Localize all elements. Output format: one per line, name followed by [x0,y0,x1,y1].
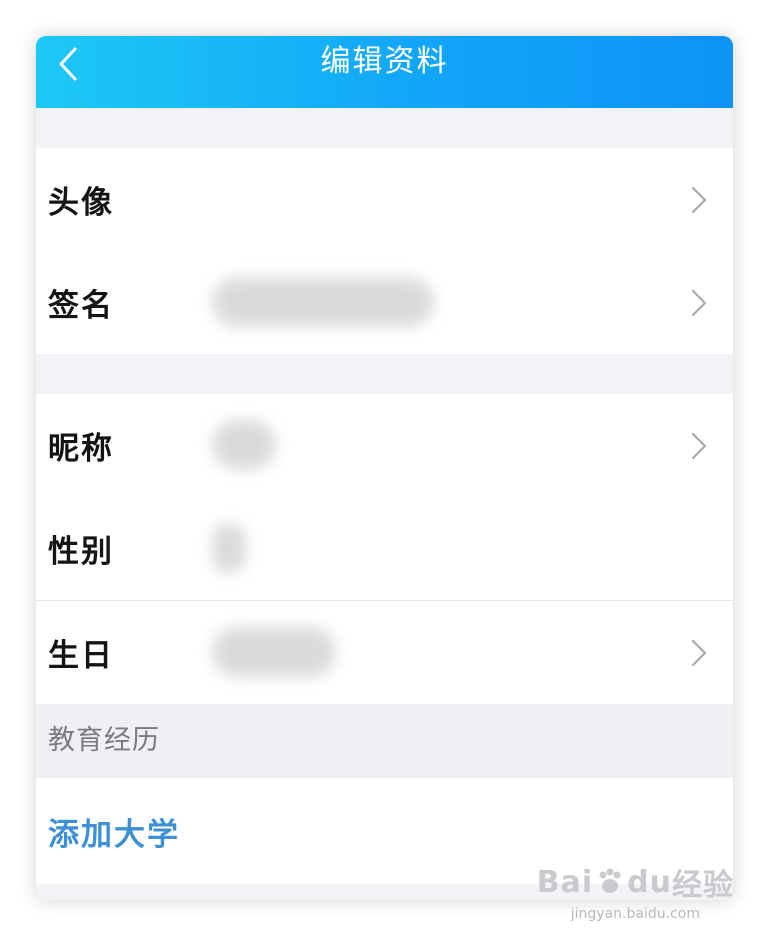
watermark-suffix: 经验 [672,868,734,903]
chevron-right-icon [691,186,707,214]
section-title-education: 教育经历 [36,704,733,778]
row-label-birthday: 生日 [48,638,114,674]
page-title: 编辑资料 [320,44,449,79]
section-gap [36,108,733,148]
row-nickname[interactable]: 昵称 [36,394,733,497]
row-label-gender: 性别 [48,534,114,570]
row-avatar[interactable]: 头像 [36,148,733,251]
watermark-url: jingyan.baidu.com [570,906,700,922]
birthday-value-blurred [212,627,336,677]
nickname-value-blurred [212,420,276,470]
row-label-avatar: 头像 [48,185,114,221]
watermark-logo: Bai du 经验 [537,860,734,904]
signature-value-blurred [212,277,434,327]
row-label-nickname: 昵称 [48,431,114,467]
chevron-right-icon [691,639,707,667]
row-label-signature: 签名 [48,288,114,324]
nav-bar: 编辑资料 [36,36,733,108]
chevron-right-icon [691,289,707,317]
row-gender: 性别 [36,497,733,600]
paw-icon [599,868,621,893]
chevron-right-icon [691,432,707,460]
section-gap [36,354,733,394]
gender-value-blurred [212,523,246,573]
watermark-brand2: du [627,864,672,900]
watermark: Bai du 经验 jingyan.baidu.com [537,860,734,923]
row-birthday[interactable]: 生日 [36,601,733,704]
watermark-brand: Bai [536,864,594,900]
row-signature[interactable]: 签名 [36,251,733,354]
app-screen: 编辑资料 头像 签名 昵称 性别 生日 教育经历 添加大学 [36,36,733,900]
add-university-link[interactable]: 添加大学 [48,809,180,854]
